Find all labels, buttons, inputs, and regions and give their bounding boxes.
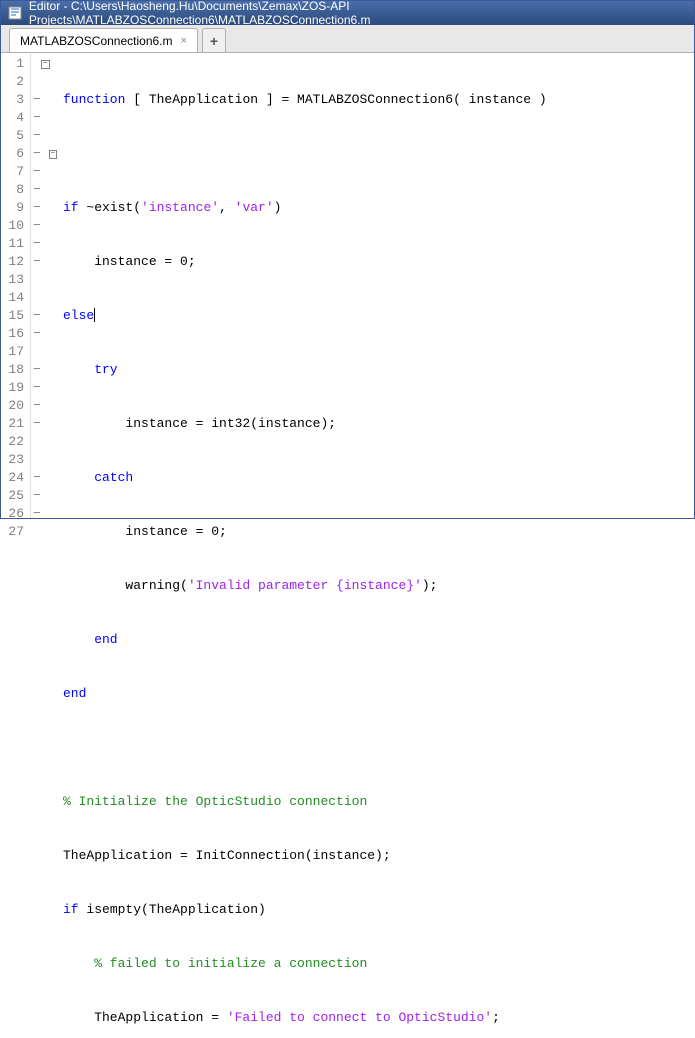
code-line[interactable]: % failed to initialize a connection	[63, 955, 694, 973]
title-bar: Editor - C:\Users\Haosheng.Hu\Documents\…	[1, 1, 694, 25]
line-number: 1	[1, 55, 30, 73]
fold-row: −	[31, 253, 57, 271]
line-number: 24	[1, 469, 30, 487]
code-line[interactable]: try	[63, 361, 694, 379]
fold-row	[31, 523, 57, 541]
line-number: 11	[1, 235, 30, 253]
line-number: 22	[1, 433, 30, 451]
line-number: 6	[1, 145, 30, 163]
app-icon	[7, 5, 23, 21]
fold-row: −	[31, 109, 57, 127]
fold-row	[31, 433, 57, 451]
line-number: 12	[1, 253, 30, 271]
fold-row	[31, 289, 57, 307]
window-title: Editor - C:\Users\Haosheng.Hu\Documents\…	[29, 0, 688, 27]
fold-row	[31, 343, 57, 361]
line-number: 14	[1, 289, 30, 307]
fold-row: −	[31, 379, 57, 397]
fold-row: −	[31, 91, 57, 109]
line-number: 26	[1, 505, 30, 523]
code-line[interactable]: if isempty(TheApplication)	[63, 901, 694, 919]
fold-row: −	[31, 163, 57, 181]
fold-row: −	[31, 127, 57, 145]
close-icon[interactable]: ×	[181, 35, 187, 47]
fold-row	[31, 451, 57, 469]
fold-row: −	[31, 397, 57, 415]
code-line[interactable]: instance = 0;	[63, 523, 694, 541]
tab-label: MATLABZOSConnection6.m	[20, 34, 173, 48]
line-number: 27	[1, 523, 30, 541]
fold-row: −	[31, 307, 57, 325]
line-number: 2	[1, 73, 30, 91]
code-line[interactable]: TheApplication = 'Failed to connect to O…	[63, 1009, 694, 1027]
fold-row: −	[31, 235, 57, 253]
code-line[interactable]: end	[63, 631, 694, 649]
code-line[interactable]: TheApplication = InitConnection(instance…	[63, 847, 694, 865]
line-number: 19	[1, 379, 30, 397]
fold-collapse-icon[interactable]: −	[49, 150, 57, 159]
line-number: 16	[1, 325, 30, 343]
code-line[interactable]: function [ TheApplication ] = MATLABZOSC…	[63, 91, 694, 109]
code-line[interactable]: catch	[63, 469, 694, 487]
line-number: 15	[1, 307, 30, 325]
fold-row: −	[31, 55, 57, 73]
line-number: 8	[1, 181, 30, 199]
text-cursor	[94, 308, 95, 322]
code-line[interactable]	[63, 145, 694, 163]
code-line[interactable]: if ~exist('instance', 'var')	[63, 199, 694, 217]
fold-row: −	[31, 181, 57, 199]
fold-row: − −	[31, 145, 57, 163]
fold-row: −	[31, 505, 57, 523]
line-number: 18	[1, 361, 30, 379]
line-number: 5	[1, 127, 30, 145]
tab-bar: MATLABZOSConnection6.m × +	[1, 25, 694, 53]
fold-row: −	[31, 325, 57, 343]
fold-row: −	[31, 217, 57, 235]
line-number: 23	[1, 451, 30, 469]
line-number: 20	[1, 397, 30, 415]
editor-area: 1 2 3 4 5 6 7 8 9 10 11 12 13 14 15 16 1…	[1, 53, 694, 518]
line-number: 17	[1, 343, 30, 361]
code-line[interactable]: warning('Invalid parameter {instance}');	[63, 577, 694, 595]
line-number: 25	[1, 487, 30, 505]
fold-row	[31, 271, 57, 289]
line-number: 21	[1, 415, 30, 433]
code-line[interactable]: else	[63, 307, 694, 325]
code-line[interactable]: instance = int32(instance);	[63, 415, 694, 433]
line-number: 3	[1, 91, 30, 109]
code-line[interactable]	[63, 739, 694, 757]
line-number: 4	[1, 109, 30, 127]
fold-gutter: − − − − − − − − − − − − − − − − − − − − …	[31, 53, 57, 518]
line-number: 13	[1, 271, 30, 289]
fold-row	[31, 73, 57, 91]
fold-row: −	[31, 487, 57, 505]
fold-row: −	[31, 469, 57, 487]
code-line[interactable]: % Initialize the OpticStudio connection	[63, 793, 694, 811]
code-line[interactable]: instance = 0;	[63, 253, 694, 271]
code-area[interactable]: function [ TheApplication ] = MATLABZOSC…	[57, 53, 694, 518]
line-number: 9	[1, 199, 30, 217]
code-line[interactable]: end	[63, 685, 694, 703]
line-number: 10	[1, 217, 30, 235]
line-number-gutter: 1 2 3 4 5 6 7 8 9 10 11 12 13 14 15 16 1…	[1, 53, 31, 518]
fold-row: −	[31, 415, 57, 433]
fold-row: −	[31, 361, 57, 379]
fold-collapse-icon[interactable]: −	[41, 60, 50, 69]
add-tab-button[interactable]: +	[202, 28, 226, 52]
fold-row: −	[31, 199, 57, 217]
tab-matlabzosconnection6[interactable]: MATLABZOSConnection6.m ×	[9, 28, 198, 52]
line-number: 7	[1, 163, 30, 181]
